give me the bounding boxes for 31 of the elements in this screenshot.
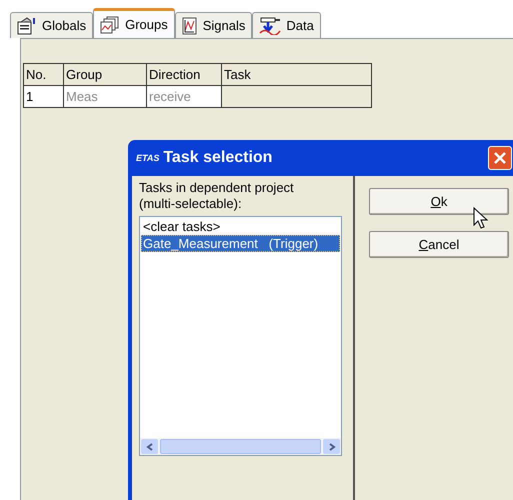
column-header[interactable]: Task [222,64,372,86]
column-header[interactable]: No. [24,64,64,86]
ok-button[interactable]: Ok [369,188,509,215]
chevron-right-icon [328,442,336,450]
close-button[interactable] [488,146,512,170]
scroll-left-button[interactable] [141,439,158,454]
list-item[interactable]: <clear tasks> [141,218,340,235]
table-cell: 1 [24,86,64,108]
tab[interactable]: Signals [174,12,252,38]
clipboard-icon [17,16,37,34]
chart-icon [182,16,198,34]
cancel-button[interactable]: Cancel [369,231,509,258]
list-label: Tasks in dependent project (multi-selectable): [139,180,295,212]
chevron-left-icon [146,442,154,450]
list-item[interactable]: Gate_Measurement (Trigger) [141,235,340,252]
table-cell: Meas [64,86,146,108]
window-title: Task selection [163,148,272,168]
scroll-thumb[interactable] [160,439,321,454]
tab[interactable]: Globals [10,12,94,38]
plug-icon [259,16,282,34]
cursor-icon [473,207,489,231]
close-icon [493,151,507,165]
horizontal-scrollbar[interactable] [140,438,341,455]
column-header[interactable]: Group [64,64,146,86]
tab[interactable]: Data [252,12,321,38]
charts-icon [100,16,120,34]
table-cell: receive [146,86,222,108]
tab[interactable]: Groups [93,8,175,38]
logo-icon: ETAS [136,154,160,162]
column-header[interactable]: Direction [146,64,222,86]
scroll-right-button[interactable] [323,439,340,454]
